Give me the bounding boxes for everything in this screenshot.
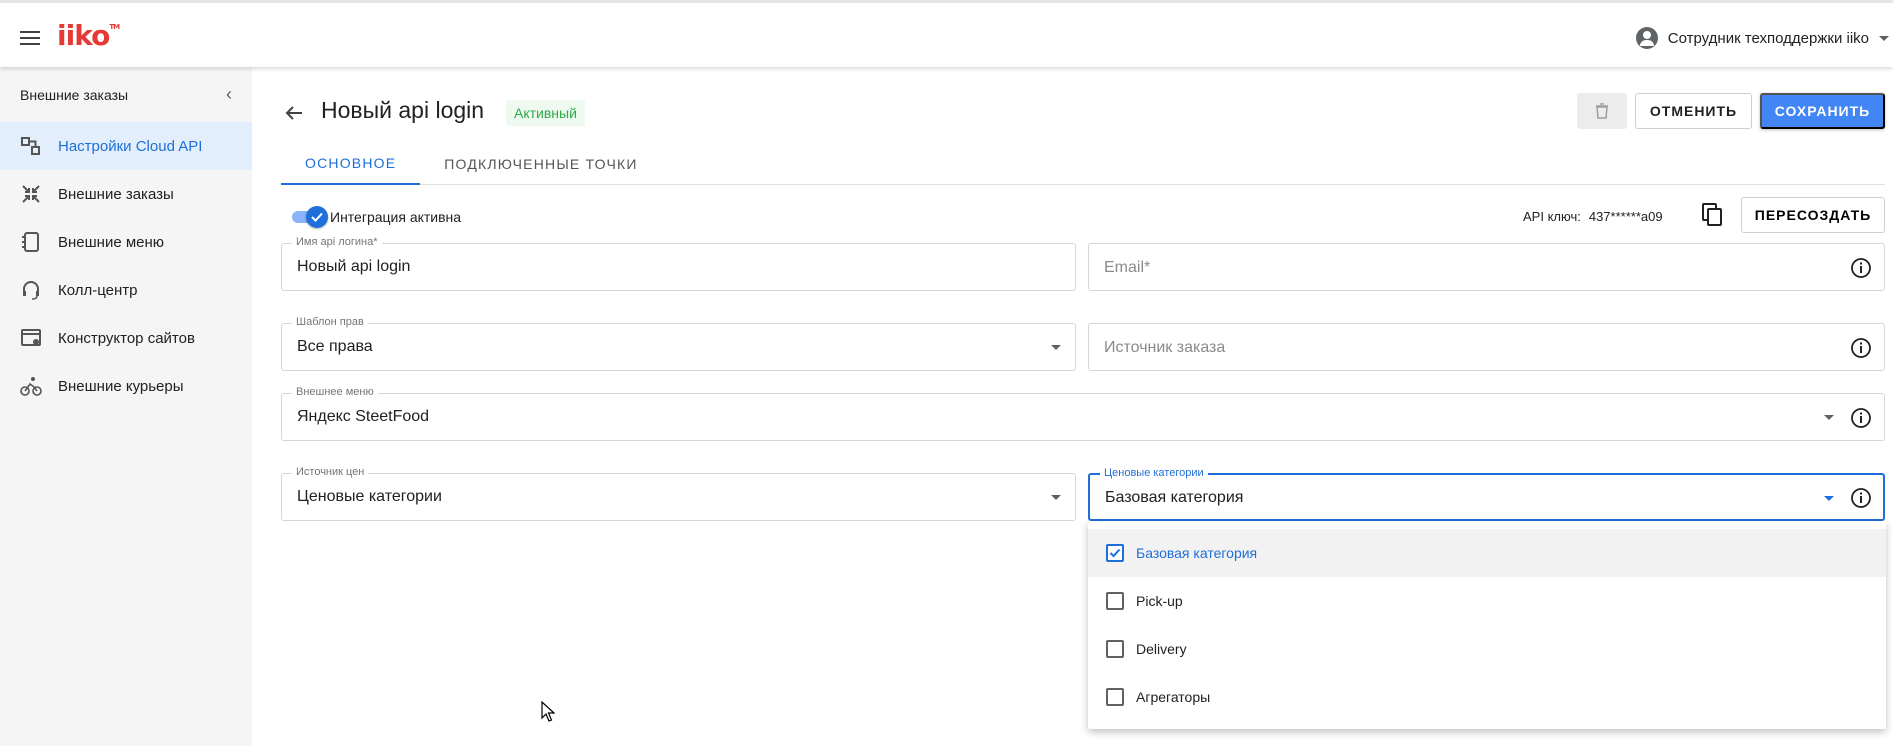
sidebar-item-label: Настройки Cloud API — [58, 137, 203, 155]
checkbox-checked[interactable] — [1106, 544, 1124, 562]
sidebar-item-label: Внешние курьеры — [58, 377, 184, 395]
dropdown-arrow-icon — [1051, 495, 1061, 500]
headset-icon — [20, 279, 42, 301]
cancel-button[interactable]: ОТМЕНИТЬ — [1635, 93, 1752, 129]
field-value: Все права — [297, 338, 373, 355]
field-value: Ценовые категории — [297, 488, 442, 505]
cloud-api-settings-icon — [20, 135, 42, 157]
sidebar-item-site-builder[interactable]: Конструктор сайтов — [0, 314, 252, 362]
logo-tm: TM — [109, 23, 120, 31]
tab-main[interactable]: ОСНОВНОЕ — [281, 142, 421, 185]
sidebar-item-call-center[interactable]: Колл-центр — [0, 266, 252, 314]
site-builder-icon — [20, 327, 42, 349]
login-name-field[interactable]: Имя api логина* Новый api login — [281, 236, 1076, 291]
trash-icon — [1596, 103, 1608, 119]
checkbox-unchecked[interactable] — [1106, 688, 1124, 706]
logo-text: iiko — [57, 19, 110, 52]
checkbox-unchecked[interactable] — [1106, 592, 1124, 610]
sidebar: Внешние заказы ‹ Настройки Cloud API Вне… — [0, 67, 252, 746]
api-key: API ключ: 437******a09 — [1523, 209, 1663, 224]
field-placeholder: Email* — [1104, 259, 1151, 276]
sidebar-item-external-orders[interactable]: Внешние заказы — [0, 170, 252, 218]
sidebar-item-label: Колл-центр — [58, 281, 138, 299]
info-icon[interactable] — [1850, 257, 1872, 279]
copy-icon[interactable] — [1700, 202, 1726, 230]
checkbox-unchecked[interactable] — [1106, 640, 1124, 658]
dropdown-arrow-icon — [1051, 345, 1061, 350]
field-label: Имя api логина* — [292, 236, 382, 248]
back-arrow-icon[interactable] — [282, 101, 306, 125]
account-icon — [1635, 27, 1658, 49]
tabs: ОСНОВНОЕ ПОДКЛЮЧЕННЫЕ ТОЧКИ — [281, 142, 1885, 185]
sidebar-header: Внешние заказы ‹ — [0, 67, 252, 122]
field-label: Источник цен — [292, 466, 369, 478]
sidebar-item-label: Внешние заказы — [58, 185, 174, 203]
toggle-knob — [306, 206, 328, 228]
option-label: Pick-up — [1136, 593, 1183, 609]
menu-icon[interactable] — [20, 31, 40, 45]
integration-toggle[interactable] — [292, 205, 328, 228]
sidebar-item-cloud-api-settings[interactable]: Настройки Cloud API — [0, 122, 252, 170]
user-menu[interactable]: Сотрудник техподдержки iiko — [1635, 25, 1893, 51]
field-value: Базовая категория — [1105, 489, 1244, 506]
field-value: Яндекс SteetFood — [297, 408, 430, 425]
mouse-cursor-icon — [541, 701, 555, 722]
collapse-sidebar-icon[interactable]: ‹ — [226, 84, 232, 105]
email-field[interactable]: Email* — [1088, 243, 1885, 291]
option-label: Агрегаторы — [1136, 689, 1211, 705]
dropdown-option[interactable]: Pick-up — [1088, 577, 1886, 625]
dropdown-option[interactable]: Delivery — [1088, 625, 1886, 673]
external-menu-icon — [20, 231, 42, 253]
sidebar-title: Внешние заказы — [20, 86, 129, 103]
save-button[interactable]: СОХРАНИТЬ — [1760, 93, 1885, 129]
sidebar-item-external-couriers[interactable]: Внешние курьеры — [0, 362, 252, 410]
field-label: Внешнее меню — [292, 386, 378, 398]
field-label: Шаблон прав — [292, 316, 368, 328]
delete-button[interactable] — [1577, 93, 1627, 129]
sidebar-item-label: Конструктор сайтов — [58, 329, 195, 347]
field-placeholder: Источник заказа — [1104, 339, 1226, 356]
field-label: Ценовые категории — [1100, 467, 1208, 479]
rights-template-select[interactable]: Шаблон прав Все права — [281, 316, 1076, 371]
option-label: Базовая категория — [1136, 545, 1258, 561]
info-icon[interactable] — [1850, 337, 1872, 359]
price-categories-select[interactable]: Ценовые категории Базовая категория — [1088, 467, 1885, 521]
dropdown-arrow-icon — [1824, 415, 1834, 420]
api-key-label: API ключ: — [1523, 209, 1581, 224]
top-app-bar: iikoTM Сотрудник техподдержки iiko — [0, 0, 1893, 67]
external-menu-select[interactable]: Внешнее меню Яндекс SteetFood — [281, 386, 1885, 441]
info-icon[interactable] — [1850, 407, 1872, 429]
api-key-value: 437******a09 — [1588, 209, 1663, 224]
status-badge: Активный — [506, 100, 585, 126]
dropdown-option[interactable]: Базовая категория — [1088, 529, 1886, 577]
chevron-down-icon — [1879, 35, 1889, 41]
order-source-field[interactable]: Источник заказа — [1088, 323, 1885, 371]
tab-connected-points[interactable]: ПОДКЛЮЧЕННЫЕ ТОЧКИ — [420, 142, 661, 185]
iiko-logo[interactable]: iikoTM — [57, 19, 120, 52]
check-icon — [311, 212, 323, 222]
page-title: Новый api login — [321, 97, 485, 123]
option-label: Delivery — [1136, 641, 1187, 657]
external-orders-icon — [20, 183, 42, 205]
integration-label: Интеграция активна — [330, 209, 462, 225]
price-source-select[interactable]: Источник цен Ценовые категории — [281, 466, 1076, 521]
info-icon[interactable] — [1850, 487, 1872, 509]
dropdown-option[interactable]: Агрегаторы — [1088, 673, 1886, 721]
sidebar-item-external-menu[interactable]: Внешние меню — [0, 218, 252, 266]
dropdown-arrow-icon — [1824, 496, 1834, 501]
recreate-key-button[interactable]: ПЕРЕСОЗДАТЬ — [1741, 197, 1885, 233]
bicycle-courier-icon — [20, 375, 42, 397]
sidebar-item-label: Внешние меню — [58, 233, 165, 251]
price-categories-dropdown: Базовая категория Pick-up Delivery Агрег… — [1088, 521, 1886, 729]
field-value: Новый api login — [297, 258, 411, 275]
user-name: Сотрудник техподдержки iiko — [1667, 29, 1869, 47]
